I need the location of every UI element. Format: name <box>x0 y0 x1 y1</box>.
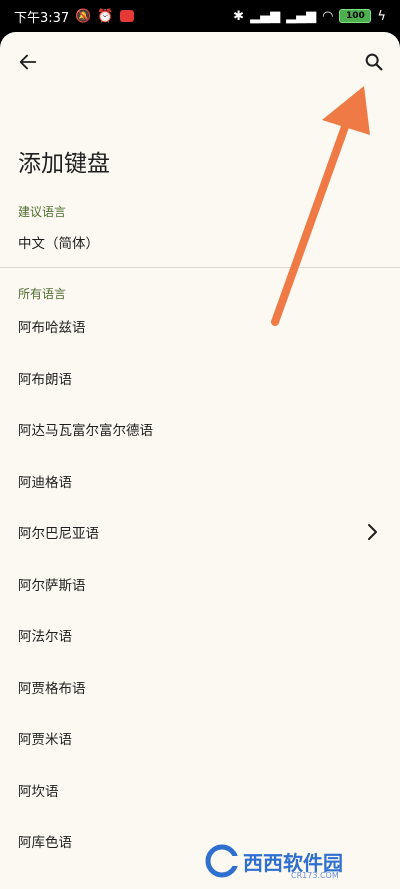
app-notification-icon <box>119 10 134 22</box>
signal-icon: ▂▄▆ <box>250 8 281 24</box>
language-item[interactable]: 阿达马瓦富尔富尔德语 <box>0 403 400 455</box>
battery-icon: 100 <box>339 9 372 23</box>
language-item[interactable]: 阿贾米语 <box>0 712 400 764</box>
language-item-label: 阿迪格语 <box>18 475 72 491</box>
language-item-label: 中文（简体） <box>18 236 99 252</box>
alarm-icon: ⏰ <box>97 8 114 24</box>
watermark-subtext: CR173.COM <box>291 871 339 880</box>
language-item-label: 阿达马瓦富尔富尔德语 <box>18 423 153 439</box>
language-item[interactable]: 阿贾格布语 <box>0 661 400 713</box>
status-bar: 下午3:37 🔕 ⏰ ✱ ▂▄▆ ▂▄▆ ◠ 100 ϟ <box>0 0 400 32</box>
language-item-label: 阿贾格布语 <box>18 681 86 697</box>
mute-icon: 🔕 <box>75 8 92 24</box>
status-left: 下午3:37 🔕 ⏰ <box>14 7 134 26</box>
language-item-label: 阿坎语 <box>18 784 59 800</box>
cr-logo-icon <box>205 844 239 878</box>
section-divider <box>0 267 400 268</box>
language-item[interactable]: 阿坎语 <box>0 764 400 816</box>
language-item-chinese-simplified[interactable]: 中文（简体） <box>0 216 400 268</box>
language-item-label: 阿布哈兹语 <box>18 320 86 336</box>
language-item-label: 阿布朗语 <box>18 372 72 388</box>
language-item-label: 阿尔巴尼亚语 <box>18 526 99 542</box>
language-item-label: 阿库色语 <box>18 835 72 851</box>
language-item-label: 阿法尔语 <box>18 629 72 645</box>
page-title: 添加键盘 <box>18 151 110 177</box>
language-item[interactable]: 阿尔巴尼亚语 <box>0 506 400 558</box>
search-icon <box>365 53 383 71</box>
charging-icon: ϟ <box>377 8 386 24</box>
language-item[interactable]: 阿尔萨斯语 <box>0 558 400 610</box>
back-button[interactable] <box>8 42 48 82</box>
status-time: 下午3:37 <box>14 10 70 26</box>
add-keyboard-screen: 添加键盘 建议语言 中文（简体） 所有语言 阿布哈兹语 阿布朗语 阿达马瓦富尔富… <box>0 32 400 889</box>
bluetooth-icon: ✱ <box>233 8 245 24</box>
language-item-label: 阿贾米语 <box>18 732 72 748</box>
search-button[interactable] <box>354 42 394 82</box>
chevron-right-icon <box>368 524 377 540</box>
wifi-icon: ◠ <box>322 8 334 24</box>
language-item[interactable]: 阿法尔语 <box>0 609 400 661</box>
language-item[interactable]: 阿布哈兹语 <box>0 300 400 352</box>
status-right: ✱ ▂▄▆ ▂▄▆ ◠ 100 ϟ <box>233 9 386 24</box>
watermark-logo: 西西软件园 CR173.COM <box>205 838 395 884</box>
arrow-left-icon <box>19 54 37 70</box>
language-item-label: 阿尔萨斯语 <box>18 578 86 594</box>
language-item[interactable]: 阿迪格语 <box>0 455 400 507</box>
signal-2-icon: ▂▄▆ <box>286 8 317 24</box>
top-app-bar <box>0 32 400 92</box>
language-item[interactable]: 阿布朗语 <box>0 352 400 404</box>
